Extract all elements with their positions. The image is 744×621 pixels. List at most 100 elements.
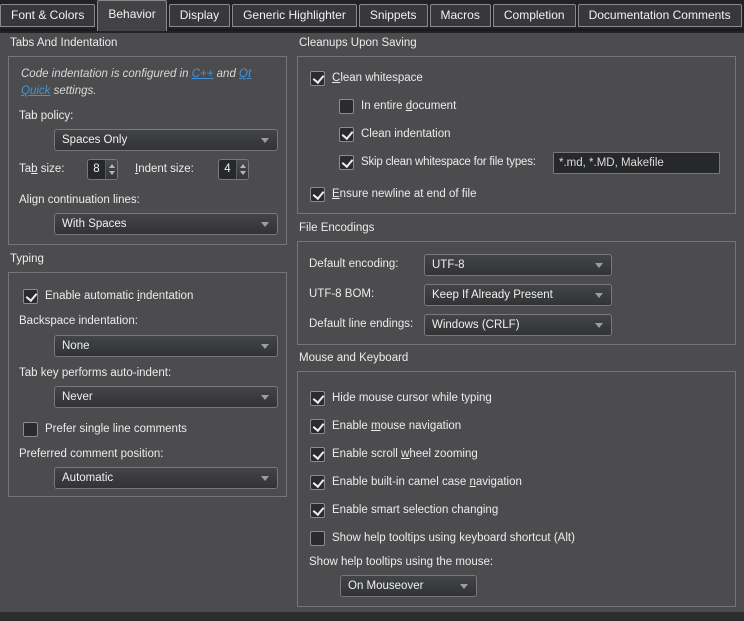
checkbox-row: Enable smart selection changing xyxy=(310,502,498,518)
tab-documentation-comments[interactable]: Documentation Comments xyxy=(578,4,742,27)
tab-display[interactable]: Display xyxy=(169,4,230,27)
behavior-settings-panel: Tabs And Indentation Code indentation is… xyxy=(0,33,744,612)
checkbox-row: Enable built-in camel case navigation xyxy=(310,474,522,490)
link-cpp-settings[interactable]: C++ xyxy=(192,68,214,80)
group-title: Mouse and Keyboard xyxy=(299,352,408,364)
tab-size-spinbox[interactable]: 8 xyxy=(87,159,118,180)
note-text: and xyxy=(213,68,239,80)
checkbox-enable-auto-indentation[interactable] xyxy=(23,289,38,304)
checkbox-enable-camel-case-navigation[interactable] xyxy=(310,475,325,490)
spin-buttons[interactable] xyxy=(105,160,117,179)
spin-down-icon xyxy=(240,171,246,175)
tab-font-colors[interactable]: Font & Colors xyxy=(0,4,95,27)
checkbox-label: Enable smart selection changing xyxy=(332,504,498,516)
checkbox-label: In entire document xyxy=(361,100,456,112)
dropdown-value: Keep If Already Present xyxy=(425,289,595,301)
group-title: Cleanups Upon Saving xyxy=(299,37,417,49)
tooltips-mouse-dropdown[interactable]: On Mouseover xyxy=(340,575,477,597)
checkbox-label: Enable scroll wheel zooming xyxy=(332,448,478,460)
chevron-down-icon xyxy=(595,323,603,328)
checkbox-enable-mouse-navigation[interactable] xyxy=(310,419,325,434)
checkbox-skip-clean-whitespace-file-types[interactable] xyxy=(339,155,354,170)
indent-size-label: Indent size: xyxy=(135,163,194,175)
group-border: Enable automatic indentation Backspace i… xyxy=(8,272,287,497)
align-continuation-dropdown[interactable]: With Spaces xyxy=(54,213,278,235)
checkbox-in-entire-document[interactable] xyxy=(339,99,354,114)
checkbox-enable-smart-selection-changing[interactable] xyxy=(310,503,325,518)
default-encoding-label: Default encoding: xyxy=(309,258,399,270)
tab-policy-label: Tab policy: xyxy=(19,110,73,122)
checkbox-row: Clean indentation xyxy=(339,126,451,142)
bottom-margin-strip xyxy=(0,612,744,621)
group-typing: Typing Enable automatic indentation Back… xyxy=(8,272,287,497)
checkbox-label: Enable automatic indentation xyxy=(45,290,193,302)
tab-completion[interactable]: Completion xyxy=(493,4,576,27)
dropdown-value: Never xyxy=(55,391,261,403)
note-text: Code indentation is configured in xyxy=(21,68,192,80)
checkbox-hide-mouse-cursor-while-typing[interactable] xyxy=(310,391,325,406)
tab-generic-highlighter[interactable]: Generic Highlighter xyxy=(232,4,357,27)
spin-up-icon xyxy=(240,164,246,168)
checkbox-label: Clean whitespace xyxy=(332,72,423,84)
tab-bar: Font & Colors Behavior Display Generic H… xyxy=(0,0,744,31)
spin-buttons[interactable] xyxy=(236,160,248,179)
checkbox-row: In entire document xyxy=(339,98,456,114)
indentation-config-note: Code indentation is configured in C++ an… xyxy=(21,66,277,100)
checkbox-row: Hide mouse cursor while typing xyxy=(310,390,492,406)
checkbox-prefer-single-line-comments[interactable] xyxy=(23,422,38,437)
checkbox-label: Enable built-in camel case navigation xyxy=(332,476,522,488)
checkbox-row: Show help tooltips using keyboard shortc… xyxy=(310,530,575,546)
group-title: Tabs And Indentation xyxy=(10,37,117,49)
backspace-indentation-label: Backspace indentation: xyxy=(19,315,138,327)
comment-position-label: Preferred comment position: xyxy=(19,448,163,460)
checkbox-ensure-newline-at-eof[interactable] xyxy=(310,187,325,202)
chevron-down-icon xyxy=(261,344,269,349)
dropdown-value: None xyxy=(55,340,261,352)
chevron-down-icon xyxy=(261,476,269,481)
default-line-endings-dropdown[interactable]: Windows (CRLF) xyxy=(424,314,612,336)
chevron-down-icon xyxy=(460,584,468,589)
tab-policy-dropdown[interactable]: Spaces Only xyxy=(54,129,278,151)
checkbox-label: Ensure newline at end of file xyxy=(332,188,476,200)
checkbox-row: Ensure newline at end of file xyxy=(310,186,476,202)
checkbox-row: Enable automatic indentation xyxy=(23,288,193,304)
tooltips-mouse-label: Show help tooltips using the mouse: xyxy=(309,556,493,568)
dropdown-value: Windows (CRLF) xyxy=(425,319,595,331)
spinbox-value: 4 xyxy=(219,160,236,179)
checkbox-clean-indentation[interactable] xyxy=(339,127,354,142)
checkbox-label: Enable mouse navigation xyxy=(332,420,461,432)
spin-up-icon xyxy=(109,164,115,168)
group-border: Default encoding: UTF-8 UTF-8 BOM: Keep … xyxy=(297,241,736,345)
indent-size-spinbox[interactable]: 4 xyxy=(218,159,249,180)
checkbox-clean-whitespace[interactable] xyxy=(310,71,325,86)
skip-file-types-input[interactable] xyxy=(553,152,720,174)
checkbox-row: Enable scroll wheel zooming xyxy=(310,446,478,462)
chevron-down-icon xyxy=(595,293,603,298)
checkbox-show-help-tooltips-keyboard-shortcut[interactable] xyxy=(310,531,325,546)
utf8-bom-dropdown[interactable]: Keep If Already Present xyxy=(424,284,612,306)
backspace-indentation-dropdown[interactable]: None xyxy=(54,335,278,357)
comment-position-dropdown[interactable]: Automatic xyxy=(54,467,278,489)
spinbox-value: 8 xyxy=(88,160,105,179)
chevron-down-icon xyxy=(261,138,269,143)
tab-key-auto-indent-dropdown[interactable]: Never xyxy=(54,386,278,408)
tab-snippets[interactable]: Snippets xyxy=(359,4,428,27)
note-text: settings. xyxy=(50,85,96,97)
tab-behavior[interactable]: Behavior xyxy=(97,0,166,31)
checkbox-label: Hide mouse cursor while typing xyxy=(332,392,492,404)
align-continuation-label: Align continuation lines: xyxy=(19,194,140,206)
group-border: Hide mouse cursor while typing Enable mo… xyxy=(297,371,736,607)
checkbox-label: Skip clean whitespace for file types: xyxy=(361,156,536,168)
group-file-encodings: File Encodings Default encoding: UTF-8 U… xyxy=(297,241,736,345)
checkbox-row: Skip clean whitespace for file types: xyxy=(339,154,536,170)
spin-down-icon xyxy=(109,171,115,175)
dropdown-value: On Mouseover xyxy=(341,580,460,592)
default-line-endings-label: Default line endings: xyxy=(309,318,413,330)
chevron-down-icon xyxy=(595,263,603,268)
checkbox-enable-scroll-wheel-zooming[interactable] xyxy=(310,447,325,462)
default-encoding-dropdown[interactable]: UTF-8 xyxy=(424,254,612,276)
checkbox-row: Prefer single line comments xyxy=(23,421,187,437)
tab-macros[interactable]: Macros xyxy=(430,4,491,27)
group-border: Clean whitespace In entire document Clea… xyxy=(297,56,736,214)
checkbox-label: Prefer single line comments xyxy=(45,423,187,435)
